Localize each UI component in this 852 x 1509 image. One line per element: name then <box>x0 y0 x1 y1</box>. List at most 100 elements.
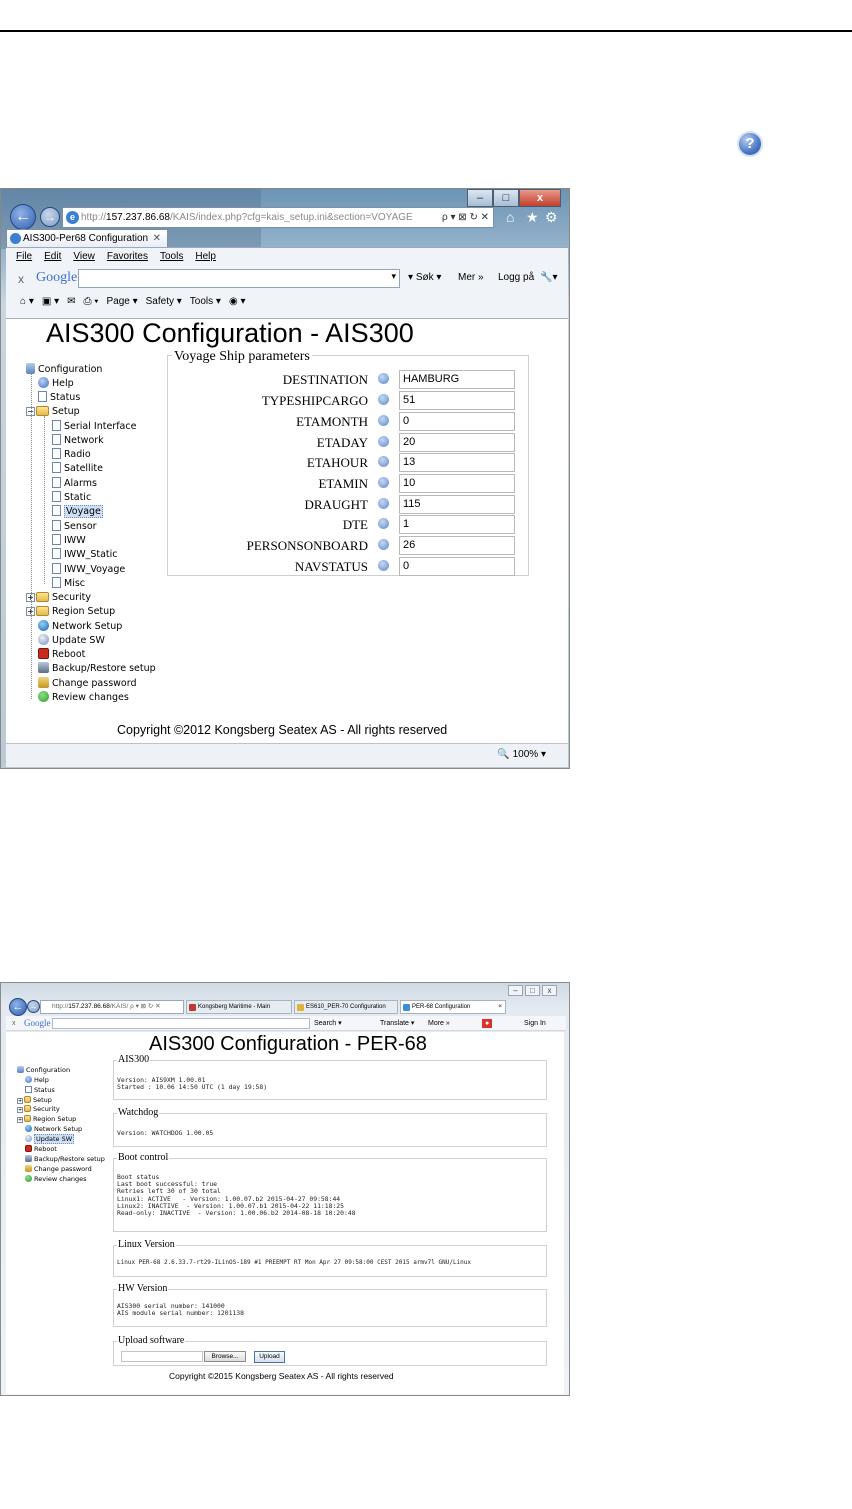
info-icon[interactable] <box>378 539 389 550</box>
etahour-input[interactable]: 13 <box>399 453 515 472</box>
info-icon[interactable] <box>378 560 389 571</box>
tree-item-region-setup[interactable]: + Region Setup <box>26 605 115 619</box>
expand-icon[interactable]: + <box>17 1107 23 1113</box>
destination-input[interactable]: HAMBURG <box>399 370 515 389</box>
menu-favorites[interactable]: Favorites <box>107 251 148 262</box>
file-path-input[interactable] <box>121 1351 203 1362</box>
google-search-button[interactable]: ▾ Søk ▾ <box>408 272 441 283</box>
notification-icon[interactable]: ● <box>482 1019 493 1028</box>
browse-button[interactable]: Browse... <box>204 1351 246 1362</box>
upload-button[interactable]: Upload <box>254 1351 285 1363</box>
menu-tools[interactable]: Tools <box>160 251 183 262</box>
tree2-item-reboot[interactable]: Reboot <box>25 1145 57 1153</box>
zoom-control[interactable]: 🔍 100% ▾ <box>497 749 546 760</box>
navstatus-input[interactable]: 0 <box>399 557 515 576</box>
google-search-button-2[interactable]: Search ▾ <box>314 1016 342 1031</box>
tree-item-review-changes[interactable]: Review changes <box>38 691 129 705</box>
menu-file[interactable]: File <box>16 251 32 262</box>
typeshipcargo-input[interactable]: 51 <box>399 391 515 410</box>
tree-item-iww-static[interactable]: IWW_Static <box>52 548 118 562</box>
etaday-input[interactable]: 20 <box>399 433 515 452</box>
question-icon[interactable]: ? <box>737 131 763 157</box>
google-search-input-2[interactable] <box>52 1018 310 1029</box>
close-window-button[interactable]: x <box>519 189 561 207</box>
gear-icon[interactable]: ⚙ <box>545 209 558 226</box>
tree-item-voyage[interactable]: Voyage <box>52 505 103 519</box>
tree-item-security[interactable]: + Security <box>26 591 91 605</box>
tree-item-network-setup[interactable]: Network Setup <box>38 620 122 634</box>
close-tab-icon-2[interactable]: × <box>498 1001 502 1013</box>
dte-input[interactable]: 1 <box>399 515 515 534</box>
info-icon[interactable] <box>378 415 389 426</box>
tree-item-reboot[interactable]: Reboot <box>38 648 85 662</box>
tab-kongsberg-main[interactable]: Kongsberg Maritime - Main <box>186 1000 292 1014</box>
close-toolbar-icon[interactable]: x <box>18 272 24 286</box>
info-icon[interactable] <box>378 436 389 447</box>
tree2-item-backup-restore[interactable]: Backup/Restore setup <box>25 1155 105 1163</box>
tree-item-iww-voyage[interactable]: IWW_Voyage <box>52 563 125 577</box>
tree-item-radio[interactable]: Radio <box>52 448 91 462</box>
tree-item-sensor[interactable]: Sensor <box>52 520 97 534</box>
tree2-item-update-sw[interactable]: Update SW <box>25 1134 75 1144</box>
tree-item-help[interactable]: Help <box>38 377 74 391</box>
tree-item-static[interactable]: Static <box>52 491 91 505</box>
personsonboard-input[interactable]: 26 <box>399 536 515 555</box>
minimize-button-2[interactable]: – <box>508 985 523 996</box>
tree-item-alarms[interactable]: Alarms <box>52 477 97 491</box>
tree2-item-help[interactable]: Help <box>25 1076 49 1084</box>
tree2-item-setup[interactable]: + Setup <box>17 1096 52 1104</box>
info-icon[interactable] <box>378 456 389 467</box>
tree2-item-region-setup[interactable]: + Region Setup <box>17 1115 76 1123</box>
tab-ais300-config[interactable]: AIS300-Per68 Configuration ✕ <box>6 229 168 248</box>
forward-arrow-icon-2[interactable]: → <box>27 1000 40 1013</box>
close-toolbar-icon-2[interactable]: x <box>12 1016 16 1031</box>
more-button[interactable]: Mer » <box>458 272 484 283</box>
feeds-icon[interactable]: ▣ ▾ <box>42 296 59 307</box>
maximize-button-2[interactable]: □ <box>525 985 540 996</box>
page-menu[interactable]: Page ▾ <box>106 296 137 307</box>
tree-item-update-sw[interactable]: Update SW <box>38 634 105 648</box>
home-menu-icon[interactable]: ⌂ ▾ <box>20 296 34 307</box>
login-link[interactable]: Logg på <box>498 272 534 283</box>
forward-arrow-icon[interactable]: → <box>40 207 60 227</box>
tree2-item-security[interactable]: + Security <box>17 1105 60 1113</box>
mail-icon[interactable]: ✉ <box>67 296 75 307</box>
etamonth-input[interactable]: 0 <box>399 412 515 431</box>
star-icon[interactable]: ★ <box>526 209 539 226</box>
tab-per68-config[interactable]: PER-68 Configuration × <box>400 1000 506 1014</box>
menu-help[interactable]: Help <box>195 251 216 262</box>
close-window-button-2[interactable]: x <box>542 985 557 996</box>
minimize-button[interactable]: – <box>467 189 493 207</box>
safety-menu[interactable]: Safety ▾ <box>146 296 182 307</box>
tree-item-iww[interactable]: IWW <box>52 534 86 548</box>
tree-item-misc[interactable]: Misc <box>52 577 85 591</box>
home-icon[interactable]: ⌂ <box>506 209 514 225</box>
back-arrow-icon[interactable]: ← <box>10 204 36 230</box>
tree-item-satellite[interactable]: Satellite <box>52 462 103 476</box>
address-bar[interactable]: e http://157.237.86.68/KAIS/index.php?cf… <box>62 207 494 228</box>
tools-menu[interactable]: Tools ▾ <box>190 296 221 307</box>
address-controls[interactable]: ρ ▾ ⊠ ↻ ✕ <box>442 208 489 227</box>
more-button-2[interactable]: More » <box>428 1016 450 1031</box>
tree2-item-status[interactable]: Status <box>25 1086 55 1094</box>
info-icon[interactable] <box>378 518 389 529</box>
tree-item-serial-interface[interactable]: Serial Interface <box>52 420 136 434</box>
expand-icon[interactable]: + <box>17 1117 23 1123</box>
tree2-item-network-setup[interactable]: Network Setup <box>25 1125 82 1133</box>
info-icon[interactable] <box>378 498 389 509</box>
google-search-input[interactable]: ▾ <box>78 269 400 288</box>
tree-item-change-password[interactable]: Change password <box>38 677 137 691</box>
info-icon[interactable] <box>378 477 389 488</box>
tree-root-2[interactable]: Configuration <box>17 1066 70 1074</box>
info-icon[interactable] <box>378 373 389 384</box>
tree-item-network[interactable]: Network <box>52 434 104 448</box>
menu-view[interactable]: View <box>73 251 95 262</box>
translate-button[interactable]: Translate ▾ <box>380 1016 414 1031</box>
address-bar-2[interactable]: http://157.237.86.68/KAIS/ ρ ▾ ⊠ ↻ ✕ <box>40 1000 184 1014</box>
close-tab-icon[interactable]: ✕ <box>153 230 161 248</box>
maximize-button[interactable]: □ <box>493 189 519 207</box>
tab-es610-config[interactable]: ES610_PER-70 Configuration <box>294 1000 398 1014</box>
tree2-item-review-changes[interactable]: Review changes <box>25 1175 87 1183</box>
tree-item-status[interactable]: Status <box>38 391 80 405</box>
dropdown-arrow-icon[interactable]: ▾ <box>391 271 396 282</box>
